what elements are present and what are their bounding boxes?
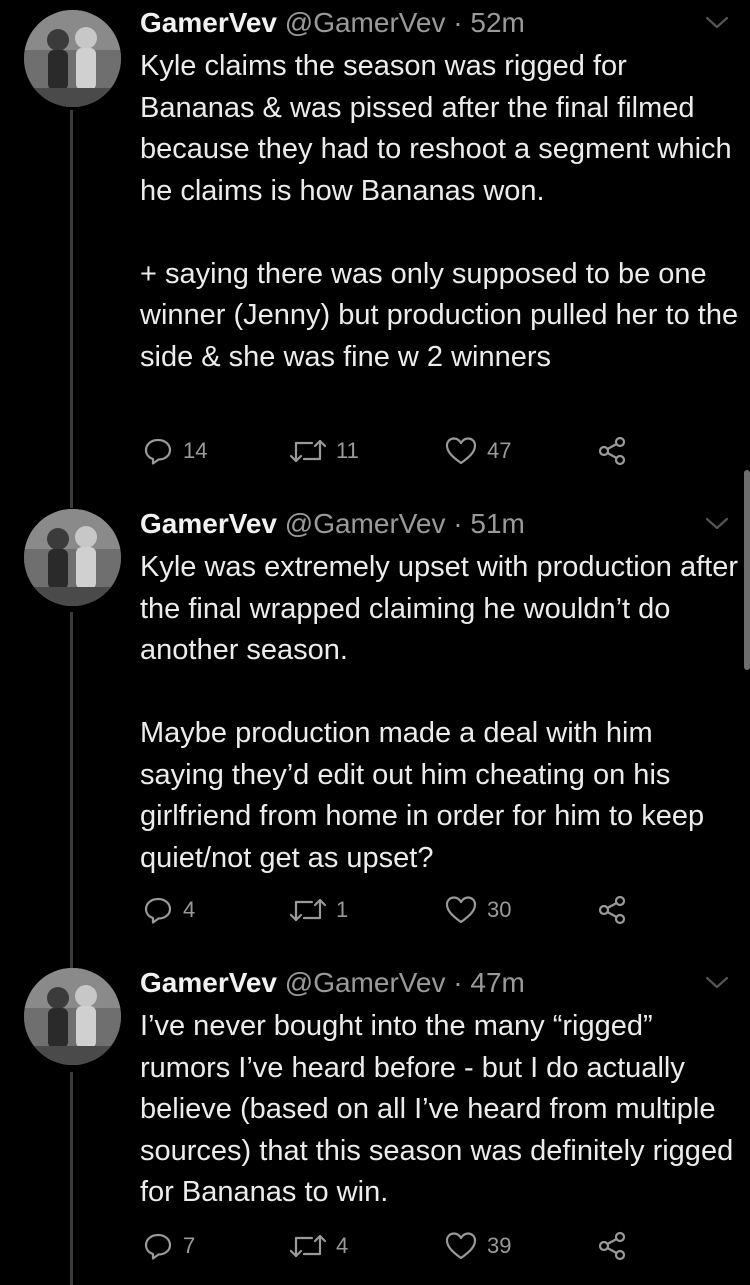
avatar[interactable] — [24, 10, 121, 107]
reply-count: 14 — [183, 438, 208, 463]
reply-icon — [144, 897, 172, 924]
heart-icon — [445, 1232, 477, 1260]
retweet-button[interactable]: 4 — [290, 1226, 348, 1266]
separator: · — [453, 967, 463, 998]
tweet-actions: 14 11 47 — [0, 431, 750, 471]
tweet-header: GamerVev @GamerVev · 51m — [140, 505, 525, 543]
tweet-text: I’ve never bought into the many “rigged”… — [140, 1006, 740, 1214]
tweet-paragraph: Kyle was extremely upset with production… — [140, 551, 738, 666]
retweet-count: 11 — [336, 438, 359, 463]
avatar[interactable] — [24, 968, 121, 1065]
like-count: 47 — [487, 438, 512, 463]
retweet-count: 4 — [336, 1233, 349, 1258]
retweet-button[interactable]: 11 — [290, 431, 359, 471]
like-count: 30 — [487, 897, 512, 922]
tweet-actions: 7 4 39 — [0, 1226, 750, 1266]
like-count: 39 — [487, 1233, 512, 1258]
share-button[interactable] — [597, 890, 627, 930]
reply-button[interactable]: 7 — [143, 1226, 195, 1266]
reply-count: 7 — [183, 1233, 196, 1258]
share-icon — [598, 1231, 626, 1261]
chevron-down-icon[interactable] — [704, 974, 730, 992]
tweet-text: Kyle was extremely upset with production… — [140, 547, 740, 879]
tweet-paragraph: Kyle claims the season was rigged for Ba… — [140, 50, 732, 207]
reply-icon — [144, 438, 172, 465]
separator: · — [453, 7, 463, 38]
timestamp[interactable]: 52m — [470, 7, 524, 38]
reply-button[interactable]: 14 — [143, 431, 207, 471]
user-name[interactable]: GamerVev — [140, 967, 277, 998]
user-handle[interactable]: @GamerVev — [285, 7, 446, 38]
heart-icon — [445, 437, 477, 465]
retweet-icon — [290, 898, 326, 922]
share-button[interactable] — [597, 431, 627, 471]
chevron-down-icon[interactable] — [704, 515, 730, 533]
tweet-paragraph: Maybe production made a deal with him sa… — [140, 717, 705, 874]
tweet-header: GamerVev @GamerVev · 47m — [140, 964, 525, 1002]
timestamp[interactable]: 51m — [470, 508, 524, 539]
heart-icon — [445, 896, 477, 924]
user-name[interactable]: GamerVev — [140, 7, 277, 38]
timestamp[interactable]: 47m — [470, 967, 524, 998]
tweet-actions: 4 1 30 — [0, 890, 750, 930]
scrollbar[interactable] — [744, 470, 750, 670]
retweet-button[interactable]: 1 — [290, 890, 348, 930]
share-icon — [598, 895, 626, 925]
avatar[interactable] — [24, 509, 121, 606]
share-button[interactable] — [597, 1226, 627, 1266]
reply-icon — [144, 1233, 172, 1260]
like-button[interactable]: 39 — [445, 1226, 511, 1266]
tweet-paragraph: I’ve never bought into the many “rigged”… — [140, 1010, 734, 1208]
separator: · — [453, 508, 463, 539]
retweet-icon — [290, 439, 326, 463]
like-button[interactable]: 47 — [445, 431, 511, 471]
retweet-icon — [290, 1234, 326, 1258]
share-icon — [598, 436, 626, 466]
user-name[interactable]: GamerVev — [140, 508, 277, 539]
like-button[interactable]: 30 — [445, 890, 511, 930]
tweet-text: Kyle claims the season was rigged for Ba… — [140, 46, 740, 378]
user-handle[interactable]: @GamerVev — [285, 967, 446, 998]
chevron-down-icon[interactable] — [704, 14, 730, 32]
user-handle[interactable]: @GamerVev — [285, 508, 446, 539]
tweet-header: GamerVev @GamerVev · 52m — [140, 4, 525, 42]
reply-button[interactable]: 4 — [143, 890, 195, 930]
tweet-paragraph: + saying there was only supposed to be o… — [140, 257, 739, 373]
retweet-count: 1 — [336, 897, 349, 922]
reply-count: 4 — [183, 897, 196, 922]
